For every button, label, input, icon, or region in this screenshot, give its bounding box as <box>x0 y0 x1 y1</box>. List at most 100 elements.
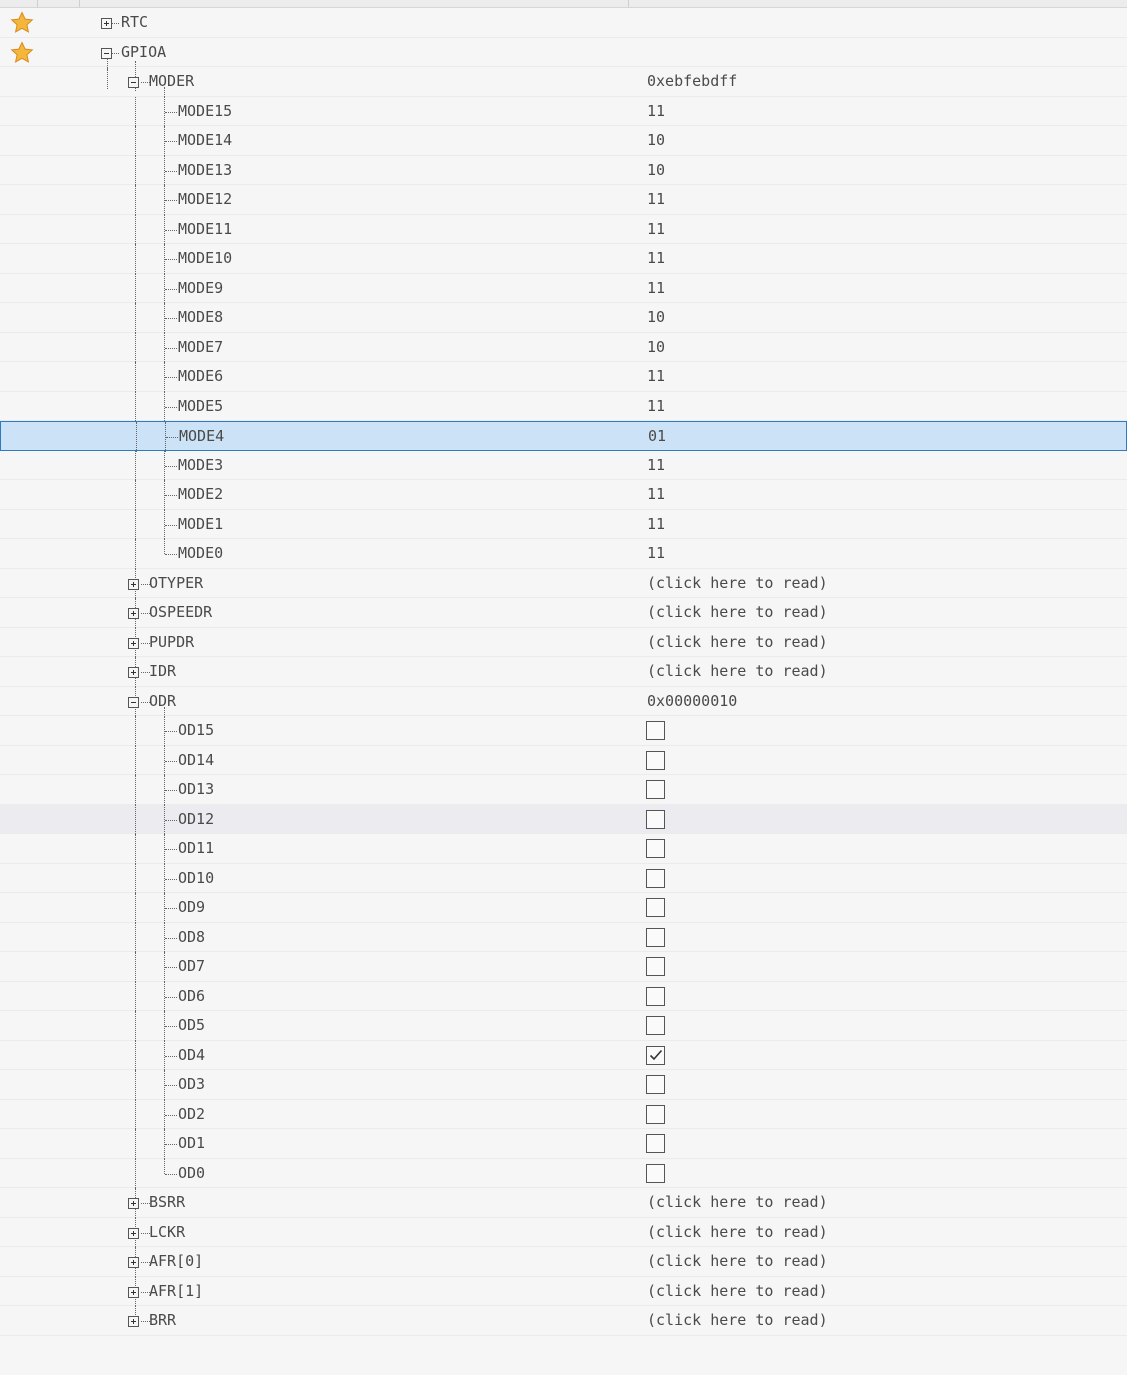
tree-row-field[interactable]: MODE0 11 <box>0 539 1127 569</box>
tree-guide-line <box>165 200 177 201</box>
read-value-link[interactable]: (click here to read) <box>647 1223 828 1241</box>
minus-box-icon[interactable] <box>128 696 139 708</box>
tree-row-field[interactable]: MODE2 11 <box>0 480 1127 510</box>
checkbox-unchecked[interactable] <box>646 750 665 770</box>
read-value-link[interactable]: (click here to read) <box>647 574 828 592</box>
minus-box-icon[interactable] <box>101 47 112 59</box>
tree-row-field[interactable]: OD5 <box>0 1011 1127 1041</box>
tree-row-register[interactable]: MODER 0xebfebdff <box>0 61 1127 97</box>
tree-row-field[interactable]: MODE14 10 <box>0 126 1127 156</box>
tree-row-field[interactable]: MODE11 11 <box>0 214 1127 244</box>
tree-guide-line <box>165 141 177 142</box>
tree-row-field[interactable]: MODE6 11 <box>0 362 1127 392</box>
tree-row-field[interactable]: OD15 <box>0 716 1127 746</box>
read-value-link[interactable]: (click here to read) <box>647 1311 828 1329</box>
tree-item-label: OD5 <box>178 1016 206 1034</box>
read-value-link[interactable]: (click here to read) <box>647 1282 828 1300</box>
tree-row-field[interactable]: MODE13 10 <box>0 155 1127 185</box>
checkbox-unchecked[interactable] <box>646 986 665 1006</box>
tree-row-field[interactable]: OD10 <box>0 863 1127 893</box>
plus-box-icon[interactable] <box>128 637 139 649</box>
column-divider[interactable] <box>628 0 629 7</box>
tree-row-field[interactable]: OD1 <box>0 1129 1127 1159</box>
checkbox-unchecked[interactable] <box>646 809 665 829</box>
tree-row-field[interactable]: MODE5 11 <box>0 391 1127 421</box>
checkbox-checked[interactable] <box>646 1045 665 1065</box>
tree-item-label: MODE15 <box>178 101 233 120</box>
tree-row-register[interactable]: ODR 0x00000010 <box>0 686 1127 717</box>
star-icon[interactable] <box>10 40 34 65</box>
plus-box-icon[interactable] <box>128 1257 139 1268</box>
tree-row-field[interactable]: MODE1 11 <box>0 509 1127 539</box>
tree-row-field[interactable]: OD11 <box>0 834 1127 864</box>
tree-row-field[interactable]: OD0 <box>0 1158 1127 1188</box>
checkbox-unchecked[interactable] <box>646 1163 665 1183</box>
tree-row-field[interactable]: OD12 <box>0 804 1127 834</box>
tree-row-field[interactable]: OD4 <box>0 1040 1127 1070</box>
tree-row-field[interactable]: MODE8 10 <box>0 303 1127 333</box>
tree-row-register[interactable]: AFR[1] (click here to read) <box>0 1276 1127 1306</box>
checkbox-unchecked[interactable] <box>646 957 665 976</box>
tree-row-field[interactable]: MODE10 11 <box>0 244 1127 274</box>
checkbox-unchecked[interactable] <box>646 1134 665 1153</box>
checkbox-unchecked[interactable] <box>646 898 665 917</box>
checkbox-unchecked[interactable] <box>646 839 665 858</box>
checkbox-unchecked[interactable] <box>646 1104 665 1124</box>
tree-row-field[interactable]: OD13 <box>0 775 1127 805</box>
tree-item-label: OD15 <box>178 721 215 739</box>
checkbox-unchecked[interactable] <box>646 868 665 888</box>
tree-row-register[interactable]: PUPDR (click here to read) <box>0 627 1127 657</box>
plus-box-icon[interactable] <box>128 1198 139 1209</box>
minus-box-icon[interactable] <box>128 77 139 88</box>
tree-row-field[interactable]: OD7 <box>0 952 1127 982</box>
read-value-link[interactable]: (click here to read) <box>647 662 828 680</box>
tree-item-label: AFR[1] <box>149 1281 204 1300</box>
star-icon[interactable] <box>10 11 34 35</box>
read-value-link[interactable]: (click here to read) <box>647 603 828 621</box>
tree-row-register[interactable]: AFR[0] (click here to read) <box>0 1247 1127 1277</box>
read-value-link[interactable]: (click here to read) <box>647 1193 828 1211</box>
tree-row-register[interactable]: IDR (click here to read) <box>0 657 1127 687</box>
tree-row-field[interactable]: MODE3 11 <box>0 450 1127 480</box>
plus-box-icon[interactable] <box>128 1286 139 1298</box>
tree-row-field[interactable]: OD6 <box>0 981 1127 1011</box>
tree-row-field[interactable]: MODE15 11 <box>0 96 1127 126</box>
tree-row-field[interactable]: MODE7 10 <box>0 332 1127 362</box>
tree-row-register[interactable]: OTYPER (click here to read) <box>0 568 1127 598</box>
read-value-link[interactable]: (click here to read) <box>647 1252 828 1270</box>
column-divider[interactable] <box>79 0 80 7</box>
tree-guide-line <box>165 996 177 998</box>
tree-row-register[interactable]: OSPEEDR (click here to read) <box>0 598 1127 628</box>
plus-box-icon[interactable] <box>101 18 112 29</box>
read-value-link[interactable]: (click here to read) <box>647 633 828 651</box>
plus-box-icon[interactable] <box>128 578 139 590</box>
tree-item-label: MODE5 <box>178 396 224 415</box>
checkbox-unchecked[interactable] <box>646 721 665 740</box>
checkbox-unchecked[interactable] <box>646 927 665 947</box>
tree-guide-line <box>165 318 177 319</box>
tree-row-field[interactable]: OD2 <box>0 1099 1127 1129</box>
tree-row-register[interactable]: LCKR (click here to read) <box>0 1217 1127 1247</box>
plus-box-icon[interactable] <box>128 608 139 619</box>
plus-box-icon[interactable] <box>128 1227 139 1239</box>
plus-box-icon[interactable] <box>128 667 139 678</box>
tree-row-field[interactable]: OD14 <box>0 745 1127 775</box>
tree-row-field[interactable]: OD3 <box>0 1070 1127 1100</box>
tree-row-field[interactable]: MODE12 11 <box>0 185 1127 215</box>
register-value: 11 <box>647 514 666 533</box>
tree-item-label: AFR[0] <box>149 1252 204 1270</box>
tree-row-register[interactable]: BRR (click here to read) <box>0 1306 1127 1336</box>
tree-row-field[interactable]: OD8 <box>0 922 1127 952</box>
tree-row-field[interactable]: MODE4 01 <box>0 421 1127 452</box>
tree-row-register[interactable]: BSRR (click here to read) <box>0 1188 1127 1218</box>
tree-row-field[interactable]: OD9 <box>0 893 1127 923</box>
checkbox-unchecked[interactable] <box>646 1075 665 1094</box>
tree-row-register[interactable]: RTC <box>0 8 1127 38</box>
tree-row-field[interactable]: MODE9 11 <box>0 273 1127 303</box>
tree-row-register[interactable]: GPIOA <box>0 38 1127 70</box>
tree-guide-line <box>165 1144 177 1145</box>
checkbox-unchecked[interactable] <box>646 1016 665 1035</box>
checkbox-unchecked[interactable] <box>646 780 665 799</box>
column-divider[interactable] <box>37 0 38 7</box>
plus-box-icon[interactable] <box>128 1316 139 1327</box>
